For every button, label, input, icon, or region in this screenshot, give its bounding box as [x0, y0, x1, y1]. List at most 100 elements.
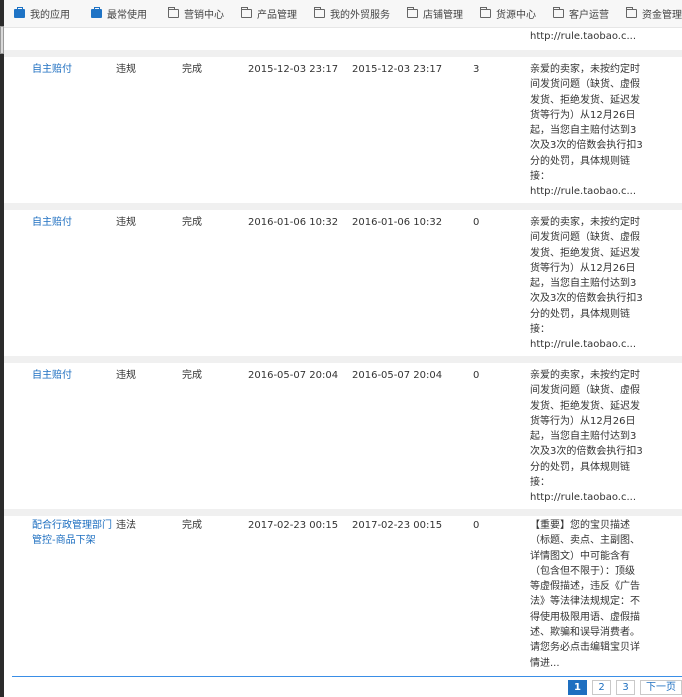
nav-item-label: 店铺管理	[423, 10, 463, 21]
row-separator	[4, 50, 682, 57]
description-line: 分的处罚，具体规则链	[530, 308, 630, 320]
nav-item-label: 我的外贸服务	[330, 10, 390, 21]
record-status: 完成	[182, 520, 202, 531]
description-line: http://rule.taobao.c...	[530, 492, 636, 504]
description-line: 得使用极限用语、虚假描	[530, 611, 640, 623]
record-start-time: 2016-01-06 10:32	[248, 217, 339, 228]
record-end-time: 2016-05-07 20:04	[352, 370, 443, 381]
record-count: 0	[473, 520, 480, 531]
row-separator	[4, 203, 682, 210]
record-count: 0	[473, 217, 480, 228]
record-end-time: 2016-01-06 10:32	[352, 217, 443, 228]
nav-frequent[interactable]: 最常使用	[81, 0, 154, 27]
record-name-link[interactable]: 配合行政管理部门 管控-商品下架	[32, 518, 120, 549]
nav-customer-ops[interactable]: 客户运营	[543, 0, 616, 27]
description-line: 述、欺骗和误导消费者。	[530, 627, 640, 639]
description-line: http://rule.taobao.c...	[530, 186, 636, 198]
table-row: 自主赔付 违规 完成 2016-05-07 20:04 2016-05-07 2…	[12, 363, 682, 509]
record-type: 违规	[116, 370, 136, 381]
record-name-link[interactable]: 自主赔付	[32, 368, 122, 383]
nav-my-apps[interactable]: 我的应用	[4, 0, 77, 27]
description-line: 次及3次的倍数会执行扣3	[530, 293, 643, 305]
record-start-time: 2017-02-23 00:15	[248, 520, 339, 531]
description-line: 货等行为）从12月26日	[530, 262, 636, 274]
description-line: 分的处罚，具体规则链	[530, 461, 630, 473]
pagination: 1 2 3 下一页	[12, 676, 682, 697]
top-navigation-bar: 我的应用 最常使用 营销中心 产品管理 我的外贸服务 店铺管理 货源中心 客户运…	[4, 0, 682, 28]
left-window-edge	[0, 0, 4, 697]
page-1-button[interactable]: 1	[568, 679, 587, 695]
record-name-line: 配合行政管理部门	[32, 520, 112, 531]
nav-supply-center[interactable]: 货源中心	[470, 0, 543, 27]
folder-icon	[626, 7, 637, 18]
folder-icon	[314, 7, 325, 18]
nav-item-label: 资金管理	[642, 10, 682, 21]
folder-icon	[241, 7, 252, 18]
nav-item-label: 营销中心	[184, 10, 224, 21]
description-line: 亲爱的卖家，未按约定时	[530, 217, 640, 228]
description-line: 货等行为）从12月26日	[530, 109, 636, 121]
record-type: 违法	[116, 520, 136, 531]
nav-my-apps-label: 我的应用	[30, 10, 70, 21]
row-separator	[4, 356, 682, 363]
next-page-button[interactable]: 下一页	[640, 679, 682, 695]
description-line: 起，当您自主赔付达到3	[530, 278, 637, 290]
record-description: 亲爱的卖家，未按约定时 间发货问题（缺货、虚假 发货、拒绝发货、延迟发 货等行为…	[530, 215, 648, 353]
folder-icon	[480, 7, 491, 18]
page-3-button[interactable]: 3	[616, 679, 635, 695]
nav-frequent-label: 最常使用	[107, 10, 147, 21]
record-end-time: 2017-02-23 00:15	[352, 520, 443, 531]
record-count: 0	[473, 370, 480, 381]
briefcase-icon	[91, 7, 102, 18]
record-type: 违规	[116, 217, 136, 228]
description-line: （包含但不限于）：顶级	[530, 565, 635, 577]
table-row: 配合行政管理部门 管控-商品下架 违法 完成 2017-02-23 00:15 …	[12, 516, 682, 676]
description-line: 分的处罚，具体规则链	[530, 155, 630, 167]
record-description: 【重要】您的宝贝描述 （标题、卖点、主副图、 详情图文）中可能含有 （包含但不限…	[530, 518, 648, 671]
record-start-time: 2016-05-07 20:04	[248, 370, 339, 381]
description-line: 接：	[530, 324, 550, 336]
description-line: 间发货问题（缺货、虚假	[530, 232, 640, 244]
folder-icon	[407, 7, 418, 18]
description-line: 【重要】您的宝贝描述	[530, 520, 630, 531]
description-line: 接：	[530, 171, 550, 183]
description-line: 发货、拒绝发货、延迟发	[530, 400, 640, 412]
record-type: 违规	[116, 64, 136, 75]
description-line: 次及3次的倍数会执行扣3	[530, 140, 643, 152]
record-name-link[interactable]: 自主赔付	[32, 62, 122, 77]
nav-item-label: 货源中心	[496, 10, 536, 21]
folder-icon	[168, 7, 179, 18]
nav-shop-management[interactable]: 店铺管理	[397, 0, 470, 27]
record-description: 亲爱的卖家，未按约定时 间发货问题（缺货、虚假 发货、拒绝发货、延迟发 货等行为…	[530, 368, 648, 506]
description-line: 接：	[530, 477, 550, 489]
record-name-line: 管控-商品下架	[32, 535, 96, 547]
description-line: http://rule.taobao.c...	[530, 339, 636, 351]
description-line: 法》等法律法规规定：不	[530, 596, 640, 608]
record-status: 完成	[182, 370, 202, 381]
nav-marketing-center[interactable]: 营销中心	[158, 0, 231, 27]
page-2-button[interactable]: 2	[592, 679, 611, 695]
record-status: 完成	[182, 64, 202, 75]
briefcase-icon	[14, 7, 25, 18]
nav-funds-management[interactable]: 资金管理	[616, 0, 682, 27]
description-line: 请您务必点击编辑宝贝详	[530, 642, 640, 654]
description-line: 发货、拒绝发货、延迟发	[530, 247, 640, 259]
nav-item-label: 产品管理	[257, 10, 297, 21]
description-line: 起，当您自主赔付达到3	[530, 125, 637, 137]
description-line: 次及3次的倍数会执行扣3	[530, 446, 643, 458]
nav-trade-services[interactable]: 我的外贸服务	[304, 0, 397, 27]
description-line: 情进...	[530, 657, 560, 669]
nav-product-management[interactable]: 产品管理	[231, 0, 304, 27]
description-line: （标题、卖点、主副图、	[530, 535, 640, 547]
previous-row-description-tail: http://rule.taobao.c...	[530, 31, 636, 42]
description-line: 间发货问题（缺货、虚假	[530, 385, 640, 397]
description-line: 间发货问题（缺货、虚假	[530, 79, 640, 91]
record-count: 3	[473, 64, 480, 75]
table-row: 自主赔付 违规 完成 2015-12-03 23:17 2015-12-03 2…	[12, 57, 682, 203]
table-row: 自主赔付 违规 完成 2016-01-06 10:32 2016-01-06 1…	[12, 210, 682, 356]
description-line: 亲爱的卖家，未按约定时	[530, 64, 640, 75]
record-start-time: 2015-12-03 23:17	[248, 64, 339, 75]
description-line: 亲爱的卖家，未按约定时	[530, 370, 640, 381]
record-name-link[interactable]: 自主赔付	[32, 215, 122, 230]
nav-item-label: 客户运营	[569, 10, 609, 21]
